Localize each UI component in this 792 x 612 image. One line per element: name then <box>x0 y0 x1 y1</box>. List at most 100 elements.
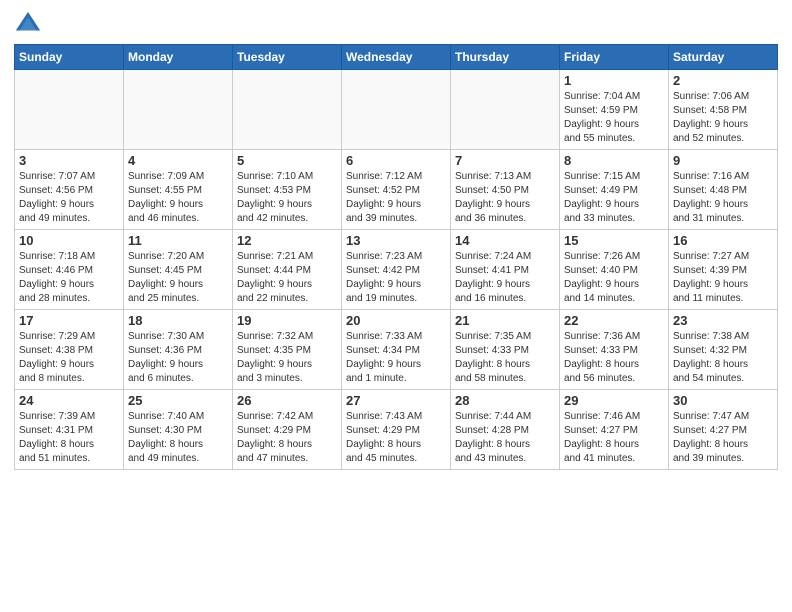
calendar-cell: 29 Sunrise: 7:46 AM Sunset: 4:27 PM Dayli… <box>560 390 669 470</box>
week-row-0: 1Sunrise: 7:04 AM Sunset: 4:59 PM Daylig… <box>15 70 778 150</box>
day-number: 2 <box>673 73 773 88</box>
day-info: Sunrise: 7:06 AM Sunset: 4:58 PM Dayligh… <box>673 90 773 146</box>
calendar-cell: 24 Sunrise: 7:39 AM Sunset: 4:31 PM Dayli… <box>15 390 124 470</box>
day-number: 12 <box>237 233 337 248</box>
logo-icon <box>14 10 42 38</box>
calendar-cell: 27 Sunrise: 7:43 AM Sunset: 4:29 PM Dayli… <box>342 390 451 470</box>
day-info: Sunrise: 7:24 AM Sunset: 4:41 PM Dayligh… <box>455 250 555 306</box>
calendar-cell: 28 Sunrise: 7:44 AM Sunset: 4:28 PM Dayli… <box>451 390 560 470</box>
calendar-cell: 23Sunrise: 7:38 AM Sunset: 4:32 PM Dayli… <box>669 310 778 390</box>
header <box>14 10 778 38</box>
calendar-cell: 1Sunrise: 7:04 AM Sunset: 4:59 PM Daylig… <box>560 70 669 150</box>
calendar-cell: 22 Sunrise: 7:36 AM Sunset: 4:33 PM Dayli… <box>560 310 669 390</box>
calendar-cell: 8 Sunrise: 7:15 AM Sunset: 4:49 PM Daylig… <box>560 150 669 230</box>
day-info: Sunrise: 7:23 AM Sunset: 4:42 PM Dayligh… <box>346 250 446 306</box>
weekday-header-thursday: Thursday <box>451 45 560 70</box>
day-info: Sunrise: 7:36 AM Sunset: 4:33 PM Dayligh… <box>564 330 664 386</box>
day-number: 17 <box>19 313 119 328</box>
weekday-header-saturday: Saturday <box>669 45 778 70</box>
calendar-cell: 13 Sunrise: 7:23 AM Sunset: 4:42 PM Dayli… <box>342 230 451 310</box>
calendar-cell: 15 Sunrise: 7:26 AM Sunset: 4:40 PM Dayli… <box>560 230 669 310</box>
calendar-cell: 3 Sunrise: 7:07 AM Sunset: 4:56 PM Daylig… <box>15 150 124 230</box>
day-info: Sunrise: 7:43 AM Sunset: 4:29 PM Dayligh… <box>346 410 446 466</box>
day-number: 27 <box>346 393 446 408</box>
day-info: Sunrise: 7:26 AM Sunset: 4:40 PM Dayligh… <box>564 250 664 306</box>
day-number: 15 <box>564 233 664 248</box>
day-number: 22 <box>564 313 664 328</box>
calendar-cell: 5Sunrise: 7:10 AM Sunset: 4:53 PM Daylig… <box>233 150 342 230</box>
day-info: Sunrise: 7:16 AM Sunset: 4:48 PM Dayligh… <box>673 170 773 226</box>
day-number: 18 <box>128 313 228 328</box>
day-number: 6 <box>346 153 446 168</box>
weekday-header-friday: Friday <box>560 45 669 70</box>
day-info: Sunrise: 7:35 AM Sunset: 4:33 PM Dayligh… <box>455 330 555 386</box>
week-row-3: 17 Sunrise: 7:29 AM Sunset: 4:38 PM Dayli… <box>15 310 778 390</box>
day-info: Sunrise: 7:30 AM Sunset: 4:36 PM Dayligh… <box>128 330 228 386</box>
day-number: 10 <box>19 233 119 248</box>
calendar-body: 1Sunrise: 7:04 AM Sunset: 4:59 PM Daylig… <box>15 70 778 470</box>
day-number: 11 <box>128 233 228 248</box>
weekday-header-tuesday: Tuesday <box>233 45 342 70</box>
day-info: Sunrise: 7:13 AM Sunset: 4:50 PM Dayligh… <box>455 170 555 226</box>
day-number: 4 <box>128 153 228 168</box>
day-info: Sunrise: 7:39 AM Sunset: 4:31 PM Dayligh… <box>19 410 119 466</box>
weekday-row: SundayMondayTuesdayWednesdayThursdayFrid… <box>15 45 778 70</box>
day-number: 29 <box>564 393 664 408</box>
calendar-cell: 12 Sunrise: 7:21 AM Sunset: 4:44 PM Dayli… <box>233 230 342 310</box>
calendar-cell: 25 Sunrise: 7:40 AM Sunset: 4:30 PM Dayli… <box>124 390 233 470</box>
day-info: Sunrise: 7:07 AM Sunset: 4:56 PM Dayligh… <box>19 170 119 226</box>
day-info: Sunrise: 7:33 AM Sunset: 4:34 PM Dayligh… <box>346 330 446 386</box>
day-info: Sunrise: 7:40 AM Sunset: 4:30 PM Dayligh… <box>128 410 228 466</box>
calendar-cell <box>451 70 560 150</box>
day-info: Sunrise: 7:42 AM Sunset: 4:29 PM Dayligh… <box>237 410 337 466</box>
weekday-header-wednesday: Wednesday <box>342 45 451 70</box>
day-info: Sunrise: 7:18 AM Sunset: 4:46 PM Dayligh… <box>19 250 119 306</box>
day-info: Sunrise: 7:20 AM Sunset: 4:45 PM Dayligh… <box>128 250 228 306</box>
day-info: Sunrise: 7:12 AM Sunset: 4:52 PM Dayligh… <box>346 170 446 226</box>
day-number: 7 <box>455 153 555 168</box>
week-row-2: 10 Sunrise: 7:18 AM Sunset: 4:46 PM Dayli… <box>15 230 778 310</box>
calendar-cell: 19Sunrise: 7:32 AM Sunset: 4:35 PM Dayli… <box>233 310 342 390</box>
day-info: Sunrise: 7:29 AM Sunset: 4:38 PM Dayligh… <box>19 330 119 386</box>
day-number: 30 <box>673 393 773 408</box>
calendar-header: SundayMondayTuesdayWednesdayThursdayFrid… <box>15 45 778 70</box>
day-info: Sunrise: 7:21 AM Sunset: 4:44 PM Dayligh… <box>237 250 337 306</box>
calendar-cell: 7 Sunrise: 7:13 AM Sunset: 4:50 PM Daylig… <box>451 150 560 230</box>
calendar-cell: 26 Sunrise: 7:42 AM Sunset: 4:29 PM Dayli… <box>233 390 342 470</box>
calendar-cell: 9 Sunrise: 7:16 AM Sunset: 4:48 PM Daylig… <box>669 150 778 230</box>
calendar-cell: 17 Sunrise: 7:29 AM Sunset: 4:38 PM Dayli… <box>15 310 124 390</box>
calendar-cell: 16 Sunrise: 7:27 AM Sunset: 4:39 PM Dayli… <box>669 230 778 310</box>
week-row-1: 3 Sunrise: 7:07 AM Sunset: 4:56 PM Daylig… <box>15 150 778 230</box>
day-number: 9 <box>673 153 773 168</box>
weekday-header-sunday: Sunday <box>15 45 124 70</box>
day-number: 14 <box>455 233 555 248</box>
day-number: 24 <box>19 393 119 408</box>
day-number: 25 <box>128 393 228 408</box>
day-number: 3 <box>19 153 119 168</box>
day-number: 21 <box>455 313 555 328</box>
day-number: 16 <box>673 233 773 248</box>
day-number: 19 <box>237 313 337 328</box>
day-info: Sunrise: 7:04 AM Sunset: 4:59 PM Dayligh… <box>564 90 664 146</box>
calendar-cell: 21 Sunrise: 7:35 AM Sunset: 4:33 PM Dayli… <box>451 310 560 390</box>
day-info: Sunrise: 7:47 AM Sunset: 4:27 PM Dayligh… <box>673 410 773 466</box>
day-info: Sunrise: 7:46 AM Sunset: 4:27 PM Dayligh… <box>564 410 664 466</box>
day-number: 26 <box>237 393 337 408</box>
calendar-cell: 10 Sunrise: 7:18 AM Sunset: 4:46 PM Dayli… <box>15 230 124 310</box>
day-number: 23 <box>673 313 773 328</box>
day-number: 20 <box>346 313 446 328</box>
day-info: Sunrise: 7:27 AM Sunset: 4:39 PM Dayligh… <box>673 250 773 306</box>
week-row-4: 24 Sunrise: 7:39 AM Sunset: 4:31 PM Dayli… <box>15 390 778 470</box>
day-info: Sunrise: 7:44 AM Sunset: 4:28 PM Dayligh… <box>455 410 555 466</box>
calendar-cell: 6 Sunrise: 7:12 AM Sunset: 4:52 PM Daylig… <box>342 150 451 230</box>
calendar-cell <box>124 70 233 150</box>
day-info: Sunrise: 7:15 AM Sunset: 4:49 PM Dayligh… <box>564 170 664 226</box>
day-number: 13 <box>346 233 446 248</box>
calendar-cell <box>342 70 451 150</box>
day-info: Sunrise: 7:09 AM Sunset: 4:55 PM Dayligh… <box>128 170 228 226</box>
page: SundayMondayTuesdayWednesdayThursdayFrid… <box>0 0 792 612</box>
calendar-cell: 14 Sunrise: 7:24 AM Sunset: 4:41 PM Dayli… <box>451 230 560 310</box>
day-number: 8 <box>564 153 664 168</box>
day-number: 28 <box>455 393 555 408</box>
calendar-cell: 2 Sunrise: 7:06 AM Sunset: 4:58 PM Daylig… <box>669 70 778 150</box>
